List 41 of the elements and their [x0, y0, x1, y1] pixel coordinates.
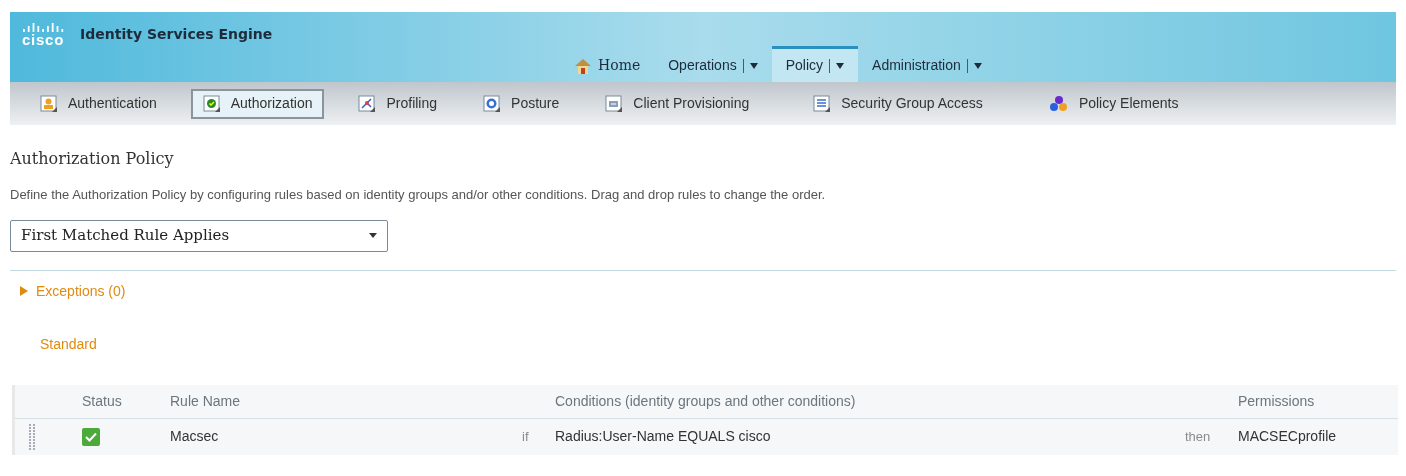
app-title: Identity Services Engine	[80, 25, 273, 44]
column-header: Permissions	[1238, 391, 1315, 411]
sub-nav-tab[interactable]: Security Group Access	[801, 88, 995, 119]
condition-text: Radius:User-Name EQUALS cisco	[555, 427, 772, 446]
rule-mode-dropdown[interactable]: First Matched Rule Applies	[10, 219, 388, 252]
section-label: Standard	[40, 334, 97, 354]
then-keyword: then	[1185, 427, 1212, 446]
document-icon	[813, 94, 832, 113]
permission-profile: MACSECprofile	[1238, 427, 1337, 446]
network-icon	[358, 94, 377, 113]
logo-text: cisco	[22, 32, 65, 47]
column-header: Conditions (identity groups and other conditions)	[555, 391, 857, 411]
caret-icon	[836, 62, 845, 69]
status-checkbox[interactable]	[82, 427, 100, 446]
nav-tab[interactable]: Administration	[858, 46, 996, 82]
column-header: Rule Name	[170, 391, 242, 411]
column-header: Status	[82, 391, 123, 411]
sub-nav-tab[interactable]: Posture	[471, 88, 572, 119]
sub-nav-tab[interactable]: Policy Elements	[1036, 88, 1191, 119]
check-icon	[202, 94, 221, 113]
page-title: Authorization Policy	[10, 148, 175, 170]
nav-tab[interactable]: Home	[560, 46, 655, 82]
user-icon	[40, 94, 58, 113]
check-icon	[85, 431, 97, 442]
page-description: Define the Authorization Policy by configuring rules based on identity groups and/or other conditions. Drag and drop rules to change the order.	[10, 186, 827, 204]
drag-handle-icon[interactable]	[29, 423, 35, 450]
nav-tab[interactable]: Operations	[654, 46, 772, 82]
logo-bars-icon	[22, 22, 65, 32]
rule-name: Macsec	[170, 427, 220, 446]
sub-nav-tab[interactable]: Client Provisioning	[593, 88, 762, 119]
home-icon	[574, 56, 592, 75]
nav-tab[interactable]: Policy	[771, 46, 859, 82]
sub-nav-tab[interactable]: Authentication	[28, 88, 169, 119]
caret-icon	[749, 62, 758, 69]
caret-icon	[369, 233, 377, 238]
sub-nav-tab[interactable]: Authorization	[190, 88, 325, 119]
if-keyword: if	[522, 427, 530, 446]
expand-arrow-icon	[20, 286, 28, 296]
circles-icon	[1048, 94, 1069, 113]
caret-icon	[973, 62, 982, 69]
sub-nav-tab[interactable]: Profiling	[346, 88, 450, 119]
